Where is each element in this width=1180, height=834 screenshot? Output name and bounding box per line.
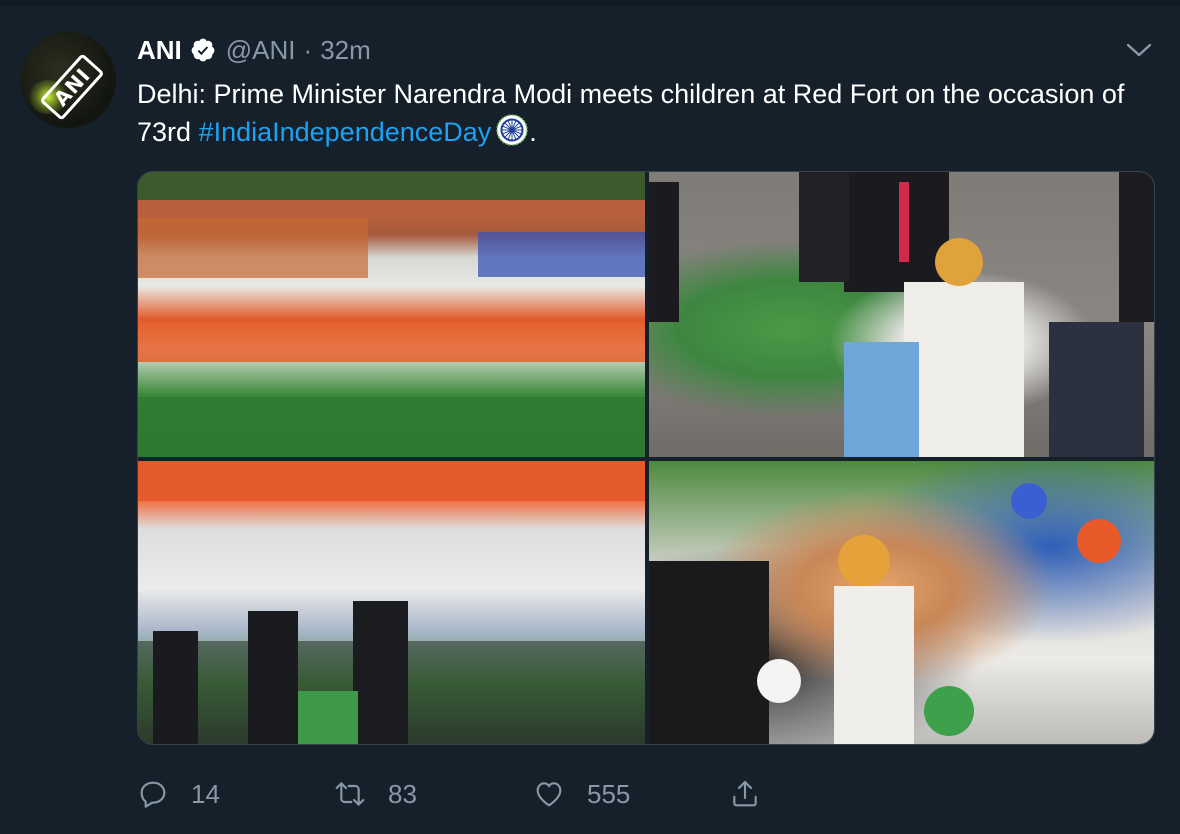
reply-count: 14: [191, 778, 220, 809]
author-name[interactable]: ANI: [137, 35, 182, 66]
tweet-body-end: .: [529, 117, 537, 147]
action-bar: 14 83 555: [137, 770, 837, 818]
share-icon: [733, 780, 757, 807]
like-count: 555: [587, 778, 631, 809]
like-icon: [536, 782, 562, 807]
tweet-text: Delhi: Prime Minister Narendra Modi meet…: [137, 76, 1137, 151]
tweet-header: ANI @ANI · 32m: [137, 33, 371, 67]
photo-children-crowd[interactable]: [138, 461, 645, 744]
photo-pm-greeting[interactable]: [649, 172, 1154, 457]
reply-icon: [140, 781, 166, 808]
author-handle[interactable]: @ANI: [226, 35, 296, 66]
chevron-down-icon[interactable]: [1126, 40, 1152, 60]
retweet-button[interactable]: 83: [334, 778, 417, 810]
hashtag-link[interactable]: #IndiaIndependenceDay: [199, 117, 492, 147]
share-button[interactable]: [729, 778, 761, 810]
verified-icon: [190, 37, 216, 63]
tweet-time[interactable]: 32m: [320, 35, 371, 66]
photo-crowd-overview[interactable]: [138, 172, 645, 457]
like-button[interactable]: 555: [533, 778, 630, 810]
retweet-icon: [335, 782, 365, 806]
top-divider: [0, 0, 1180, 6]
photo-pm-with-children[interactable]: [649, 461, 1154, 744]
dharma-chakra-emoji: [495, 113, 529, 147]
retweet-count: 83: [388, 778, 417, 809]
separator-dot: ·: [303, 34, 313, 65]
media-grid: [137, 171, 1155, 745]
avatar[interactable]: ANI: [20, 32, 116, 128]
reply-button[interactable]: 14: [137, 778, 220, 810]
